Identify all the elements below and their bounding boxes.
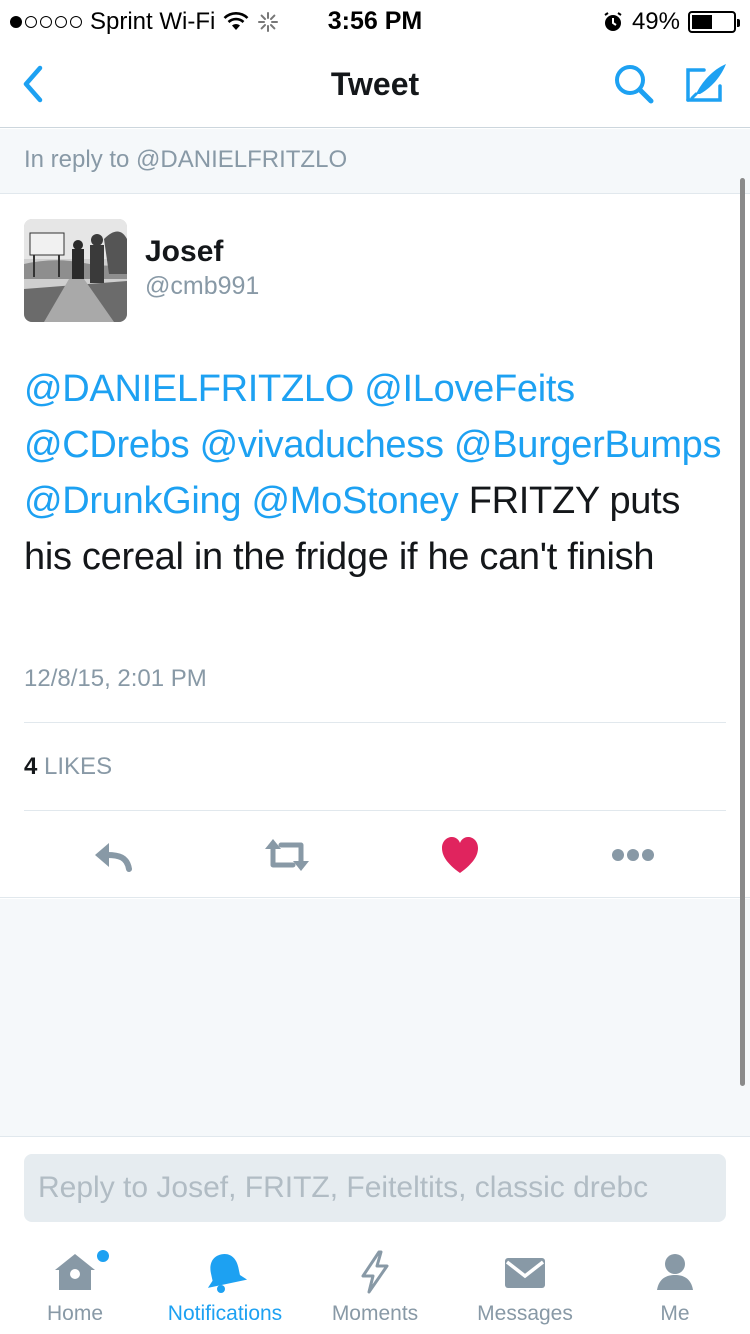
mention-link[interactable]: @DrunkGing <box>24 480 242 522</box>
author-name[interactable]: Josef <box>145 235 223 269</box>
tweet-text: @DANIELFRITZLO @ILoveFeits @CDrebs @viva… <box>24 361 724 585</box>
lightning-icon <box>361 1250 389 1294</box>
mention-link[interactable]: @vivaduchess <box>200 424 444 466</box>
alarm-clock-icon <box>604 12 622 31</box>
compose-tweet-icon[interactable] <box>682 60 730 108</box>
tab-label: Messages <box>477 1302 573 1325</box>
reply-icon[interactable] <box>91 833 135 877</box>
home-icon <box>55 1254 95 1290</box>
tab-notifications[interactable]: Notifications <box>150 1240 300 1334</box>
retweet-icon[interactable] <box>263 833 311 877</box>
status-bar: Sprint Wi-Fi 3:56 PM 49% <box>0 0 750 40</box>
reply-context: In reply to @DANIELFRITZLO <box>0 129 750 194</box>
mention-link[interactable]: @CDrebs <box>24 424 190 466</box>
divider <box>24 722 726 723</box>
author-handle[interactable]: @cmb991 <box>145 272 259 301</box>
home-notification-dot <box>97 1250 109 1262</box>
more-options-icon[interactable] <box>611 833 655 877</box>
mention-link[interactable]: @DANIELFRITZLO <box>24 368 354 410</box>
empty-replies-area <box>0 899 750 1136</box>
likes-count: 4 <box>24 753 38 780</box>
person-icon <box>657 1254 693 1290</box>
mention-link[interactable]: @BurgerBumps <box>454 424 722 466</box>
envelope-icon <box>505 1258 545 1288</box>
battery-percent: 49% <box>631 8 680 35</box>
tab-moments[interactable]: Moments <box>300 1240 450 1334</box>
battery-icon <box>688 11 740 33</box>
tab-label: Notifications <box>167 1302 283 1325</box>
reply-input[interactable] <box>24 1154 726 1222</box>
mention-link[interactable]: @ILoveFeits <box>364 368 575 410</box>
status-right: 49% <box>602 8 740 36</box>
nav-bar: Tweet <box>0 40 750 128</box>
tab-me[interactable]: Me <box>600 1240 750 1334</box>
avatar[interactable] <box>24 219 127 322</box>
likes-count-link[interactable]: 4 LIKES <box>24 753 112 781</box>
tab-label: Me <box>660 1302 690 1325</box>
tweet-timestamp: 12/8/15, 2:01 PM <box>24 665 207 692</box>
likes-label: LIKES <box>44 753 113 780</box>
divider <box>24 810 726 811</box>
tweet-detail: Josef @cmb991 @DANIELFRITZLO @ILoveFeits… <box>0 195 750 898</box>
tab-messages[interactable]: Messages <box>450 1240 600 1334</box>
search-icon[interactable] <box>610 60 658 108</box>
mention-link[interactable]: @MoStoney <box>251 480 458 522</box>
tab-bar: Home Notifications Moments Messages Me <box>0 1240 750 1334</box>
bell-icon <box>207 1254 248 1293</box>
scrollbar[interactable] <box>740 178 745 1086</box>
reply-context-label: In reply to @DANIELFRITZLO <box>24 146 348 173</box>
like-heart-icon[interactable] <box>438 833 482 877</box>
tab-home[interactable]: Home <box>0 1240 150 1334</box>
tab-label: Home <box>46 1302 104 1325</box>
reply-composer <box>0 1136 750 1240</box>
tab-label: Moments <box>331 1302 419 1325</box>
